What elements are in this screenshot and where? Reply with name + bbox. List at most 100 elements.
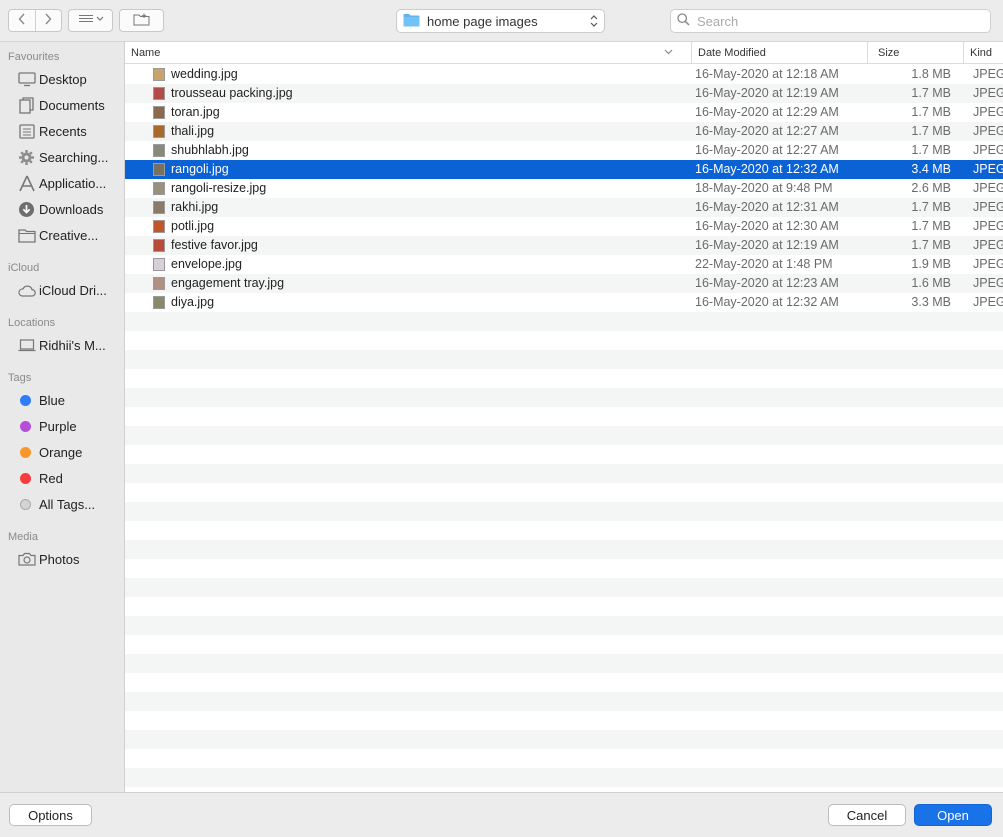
file-size: 1.9 MB [911, 257, 951, 271]
table-row[interactable]: thali.jpg 16-May-2020 at 12:27 AM 1.7 MB JP… [125, 122, 1003, 141]
table-row[interactable]: shubhlabh.jpg 16-May-2020 at 12:27 AM 1.7 … [125, 141, 1003, 160]
image-file-icon [153, 277, 165, 290]
sidebar-item-creative[interactable]: Creative... [0, 223, 124, 247]
file-name: shubhlabh.jpg [171, 143, 249, 157]
image-file-icon [153, 144, 165, 157]
empty-row [125, 711, 1003, 730]
location-label: home page images [427, 13, 538, 29]
section-locations: Locations [8, 317, 56, 329]
file-size: 1.7 MB [911, 238, 951, 252]
table-row[interactable]: rangoli-resize.jpg 18-May-2020 at 9:48 PM… [125, 179, 1003, 198]
column-name[interactable]: Name [125, 42, 683, 64]
section-favourites: Favourites [8, 51, 60, 63]
forward-button[interactable] [34, 10, 61, 31]
sidebar-item-desktop[interactable]: Desktop [0, 67, 124, 91]
table-row[interactable]: diya.jpg 16-May-2020 at 12:32 AM 3.3 MB JPE… [125, 293, 1003, 312]
options-button[interactable]: Options [9, 804, 92, 826]
file-date: 16-May-2020 at 12:31 AM [695, 200, 839, 214]
table-row[interactable]: engagement tray.jpg 16-May-2020 at 12:23 … [125, 274, 1003, 293]
empty-row [125, 616, 1003, 635]
empty-row [125, 730, 1003, 749]
column-size[interactable]: Size [867, 42, 957, 64]
recents-icon [17, 122, 36, 140]
column-kind[interactable]: Kind [963, 42, 1003, 64]
sidebar: Favourites Desktop Documents Recents Sea… [0, 42, 125, 792]
sidebar-item-mac[interactable]: Ridhii's M... [0, 333, 124, 357]
sidebar-item-photos[interactable]: Photos [0, 547, 124, 571]
empty-row [125, 426, 1003, 445]
sidebar-item-tag-orange[interactable]: Orange [0, 440, 124, 464]
cancel-button[interactable]: Cancel [828, 804, 906, 826]
section-media: Media [8, 531, 38, 543]
folder-icon [403, 13, 420, 30]
file-size: 1.7 MB [911, 124, 951, 138]
image-file-icon [153, 125, 165, 138]
image-file-icon [153, 296, 165, 309]
table-row[interactable]: rakhi.jpg 16-May-2020 at 12:31 AM 1.7 MB JP… [125, 198, 1003, 217]
location-popup[interactable]: home page images [396, 9, 605, 33]
file-name: engagement tray.jpg [171, 276, 285, 290]
section-tags: Tags [8, 372, 32, 384]
file-kind: JPEG [973, 143, 1003, 157]
chevron-right-icon [44, 13, 52, 28]
column-date-modified[interactable]: Date Modified [691, 42, 867, 64]
file-list: Name Date Modified Size Kind wedding.jpg… [125, 42, 1003, 792]
file-kind: JPEG [973, 200, 1003, 214]
file-date: 16-May-2020 at 12:32 AM [695, 162, 839, 176]
empty-row [125, 369, 1003, 388]
empty-row [125, 502, 1003, 521]
table-row[interactable]: potli.jpg 16-May-2020 at 12:30 AM 1.7 MB JP… [125, 217, 1003, 236]
new-folder-button[interactable] [119, 9, 164, 32]
sidebar-item-recents[interactable]: Recents [0, 119, 124, 143]
file-date: 16-May-2020 at 12:29 AM [695, 105, 839, 119]
sidebar-item-tag-blue[interactable]: Blue [0, 388, 124, 412]
file-kind: JPEG [973, 162, 1003, 176]
sidebar-item-tag-purple[interactable]: Purple [0, 414, 124, 438]
view-mode-button[interactable] [68, 9, 113, 32]
file-kind: JPEG [973, 238, 1003, 252]
gear-icon [17, 148, 36, 166]
file-name: wedding.jpg [171, 67, 238, 81]
empty-row [125, 521, 1003, 540]
chevron-left-icon [18, 13, 26, 28]
table-row[interactable]: rangoli.jpg 16-May-2020 at 12:32 AM 3.4 MB… [125, 160, 1003, 179]
empty-row [125, 445, 1003, 464]
sidebar-item-searching[interactable]: Searching... [0, 145, 124, 169]
sidebar-item-icloud-drive[interactable]: iCloud Dri... [0, 278, 124, 302]
empty-row [125, 597, 1003, 616]
cloud-icon [17, 281, 36, 299]
file-date: 18-May-2020 at 9:48 PM [695, 181, 833, 195]
list-view-icon [77, 13, 105, 28]
file-kind: JPEG [973, 105, 1003, 119]
file-date: 16-May-2020 at 12:23 AM [695, 276, 839, 290]
search-input[interactable] [695, 12, 975, 30]
sidebar-item-all-tags[interactable]: All Tags... [0, 492, 124, 516]
search-field[interactable] [670, 9, 991, 33]
file-kind: JPEG [973, 295, 1003, 309]
file-name: rangoli.jpg [171, 162, 229, 176]
table-row[interactable]: toran.jpg 16-May-2020 at 12:29 AM 1.7 MB JP… [125, 103, 1003, 122]
back-button[interactable] [9, 10, 35, 31]
sidebar-item-documents[interactable]: Documents [0, 93, 124, 117]
table-row[interactable]: envelope.jpg 22-May-2020 at 1:48 PM 1.9 MB… [125, 255, 1003, 274]
section-icloud: iCloud [8, 262, 40, 274]
file-kind: JPEG [973, 181, 1003, 195]
sidebar-item-tag-red[interactable]: Red [0, 466, 124, 490]
new-folder-icon [133, 13, 151, 29]
open-button[interactable]: Open [914, 804, 992, 826]
empty-row [125, 388, 1003, 407]
navigation-buttons [8, 9, 62, 32]
empty-row [125, 464, 1003, 483]
sidebar-item-applications[interactable]: Applicatio... [0, 171, 124, 195]
sidebar-item-downloads[interactable]: Downloads [0, 197, 124, 221]
file-name: toran.jpg [171, 105, 220, 119]
tag-dot-icon [20, 420, 31, 432]
file-size: 1.8 MB [911, 67, 951, 81]
table-row[interactable]: trousseau packing.jpg 16-May-2020 at 12:1… [125, 84, 1003, 103]
table-row[interactable]: wedding.jpg 16-May-2020 at 12:18 AM 1.8 MB… [125, 65, 1003, 84]
image-file-icon [153, 182, 165, 195]
file-name: festive favor.jpg [171, 238, 258, 252]
file-kind: JPEG [973, 86, 1003, 100]
tag-dot-icon [20, 446, 31, 458]
table-row[interactable]: festive favor.jpg 16-May-2020 at 12:19 AM… [125, 236, 1003, 255]
